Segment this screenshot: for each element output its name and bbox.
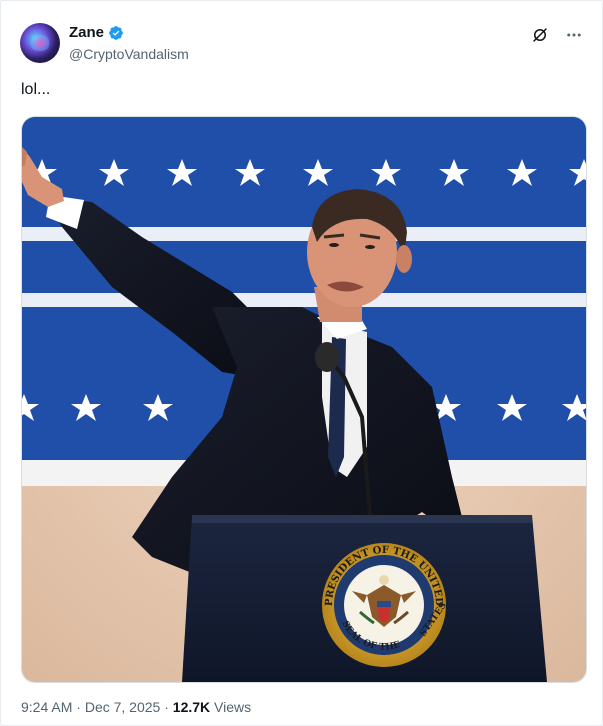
meta-separator: ·: [76, 699, 81, 715]
views-label: Views: [214, 699, 252, 715]
tweet-text: lol...: [21, 81, 51, 98]
tweet-actions-top: [530, 25, 584, 45]
more-icon[interactable]: [564, 25, 584, 45]
author-avatar[interactable]: [20, 23, 60, 63]
author-handle[interactable]: @CryptoVandalism: [69, 45, 189, 63]
tweet-time[interactable]: 9:24 AM: [21, 699, 72, 715]
tweet-date[interactable]: Dec 7, 2025: [85, 699, 161, 715]
verified-badge-icon: [109, 26, 123, 40]
meta-separator-2: ·: [164, 699, 169, 715]
tweet-card: Zane @CryptoVandalism lol... PRESIDENT O…: [0, 0, 603, 726]
author-display-name[interactable]: Zane: [69, 23, 104, 43]
views-count[interactable]: 12.7K: [173, 699, 210, 715]
grok-icon[interactable]: [530, 25, 550, 45]
author-name-row: Zane: [69, 23, 124, 43]
tweet-image[interactable]: PRESIDENT OF THE UNITED SEAL OF THE STAT…: [21, 116, 587, 683]
tweet-meta: 9:24 AM · Dec 7, 2025 · 12.7K Views: [21, 698, 251, 716]
